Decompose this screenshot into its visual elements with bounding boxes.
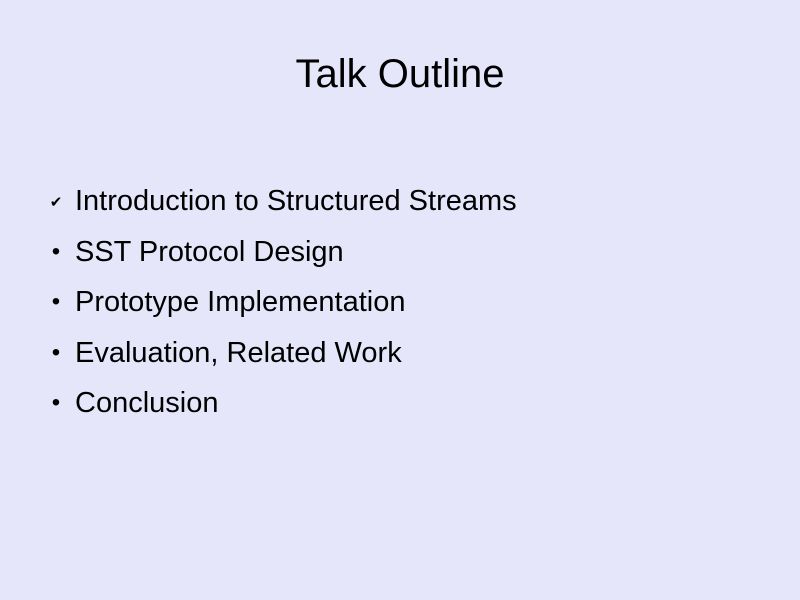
bullet-icon: • — [51, 237, 61, 265]
checkmark-icon: ✔ — [49, 194, 63, 211]
outline-item-label: SST Protocol Design — [75, 235, 344, 268]
outline-item-label: Prototype Implementation — [75, 286, 406, 318]
outline-item-conclusion: • Conclusion — [0, 378, 800, 429]
outline-item-label: Evaluation, Related Work — [75, 336, 402, 369]
outline-item-prototype: • Prototype Implementation — [0, 277, 800, 328]
outline-item-evaluation: • Evaluation, Related Work — [0, 328, 800, 379]
slide: Talk Outline ✔ Introduction to Structure… — [0, 0, 800, 600]
outline-list: ✔ Introduction to Structured Streams • S… — [0, 176, 800, 429]
outline-item-label: Conclusion — [75, 387, 219, 419]
outline-item-introduction: ✔ Introduction to Structured Streams — [0, 176, 800, 227]
bullet-icon: • — [51, 288, 61, 315]
outline-item-label: Introduction to Structured Streams — [75, 185, 517, 217]
bullet-icon: • — [51, 389, 61, 416]
bullet-icon: • — [51, 338, 61, 366]
slide-title: Talk Outline — [295, 52, 505, 96]
outline-item-protocol-design: • SST Protocol Design — [0, 227, 800, 278]
